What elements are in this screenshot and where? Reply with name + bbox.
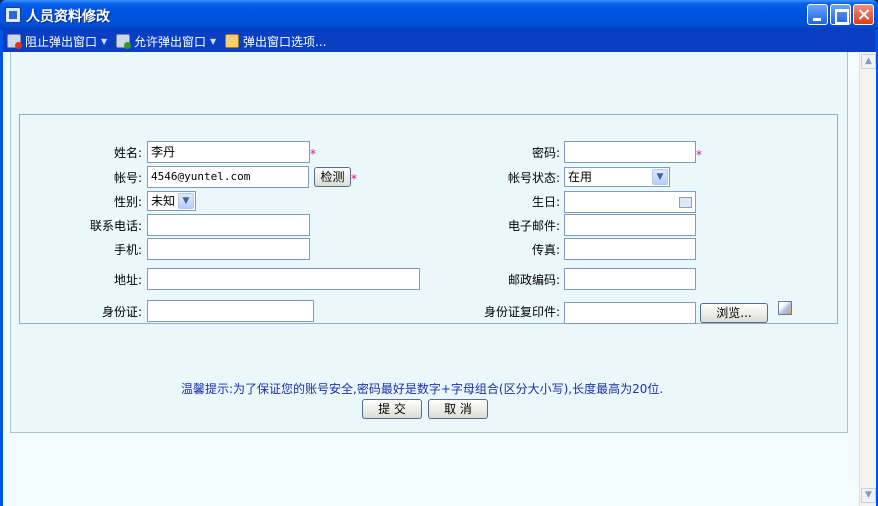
window: 人员资料修改 阻止弹出窗口 ▼ 允许弹出窗口 ▼ 弹出窗口选项... ▲ ▼ 姓… [0,0,878,506]
mobile-input[interactable] [147,238,310,260]
gender-value: 未知 [151,194,176,208]
block-popups-menu[interactable]: 阻止弹出窗口 ▼ [7,33,107,49]
password-label: 密码: [531,146,560,160]
close-button[interactable] [853,4,874,25]
account-status-value: 在用 [568,170,593,184]
vertical-scrollbar[interactable]: ▲ ▼ [859,52,876,506]
check-button[interactable]: 检测 [314,167,351,187]
popup-blocker-bar: 阻止弹出窗口 ▼ 允许弹出窗口 ▼ 弹出窗口选项... [3,30,875,52]
phone-input[interactable] [147,214,310,236]
account-label: 帐号: [113,171,142,185]
calendar-icon[interactable] [679,197,692,208]
fax-input[interactable] [564,238,696,260]
address-label: 地址: [113,273,142,287]
account-status-select[interactable]: 在用 ▼ [564,167,670,187]
gender-label: 性别: [113,195,142,209]
mobile-label: 手机: [113,243,142,257]
email-input[interactable] [564,214,696,236]
fax-label: 传真: [531,243,560,257]
minimize-button[interactable] [807,4,828,25]
popup-options-icon [225,34,239,48]
title-bar: 人员资料修改 [0,0,878,30]
gender-select[interactable]: 未知 ▼ [147,191,196,211]
scroll-up-icon[interactable]: ▲ [861,54,876,69]
block-popup-icon [7,34,22,49]
submit-button[interactable]: 提 交 [362,399,422,419]
chevron-down-icon[interactable]: ▼ [652,169,668,185]
password-input[interactable] [564,141,696,163]
name-required-mark: * [310,147,316,161]
birthday-label: 生日: [531,195,560,209]
allow-popups-menu[interactable]: 允许弹出窗口 ▼ [116,33,216,49]
popup-options-menu[interactable]: 弹出窗口选项... [225,33,326,49]
postcode-input[interactable] [564,268,696,290]
id-copy-label: 身份证复印件: [483,305,560,319]
name-input[interactable]: 李丹 [147,141,310,163]
name-label: 姓名: [113,146,142,160]
popup-options-label: 弹出窗口选项... [243,34,327,49]
browse-button[interactable]: 浏览... [700,303,768,323]
account-status-label: 帐号状态: [507,171,560,185]
cancel-button[interactable]: 取 消 [428,399,488,419]
password-required-mark: * [696,148,702,162]
window-title: 人员资料修改 [26,9,110,25]
allow-popups-label: 允许弹出窗口 [134,34,207,49]
image-preview-icon[interactable] [778,301,792,315]
account-input[interactable]: 4546@yuntel.com [147,166,309,188]
id-label: 身份证: [101,305,142,319]
chevron-down-icon[interactable]: ▼ [178,193,194,209]
maximize-button[interactable] [830,4,851,25]
allow-popup-icon [116,34,131,49]
block-popups-label: 阻止弹出窗口 [25,34,98,49]
account-required-mark: * [351,172,357,186]
scroll-down-icon[interactable]: ▼ [861,488,876,503]
id-copy-file-input[interactable] [564,302,696,324]
security-tip: 温馨提示:为了保证您的账号安全,密码最好是数字+字母组合(区分大小写),长度最高… [181,382,664,396]
email-label: 电子邮件: [507,219,560,233]
window-icon [5,7,21,23]
address-input[interactable] [147,268,420,290]
chevron-down-icon: ▼ [210,36,217,46]
phone-label: 联系电话: [89,219,142,233]
id-input[interactable] [147,300,314,322]
chevron-down-icon: ▼ [101,36,108,46]
postcode-label: 邮政编码: [507,273,560,287]
birthday-input[interactable] [564,191,696,213]
